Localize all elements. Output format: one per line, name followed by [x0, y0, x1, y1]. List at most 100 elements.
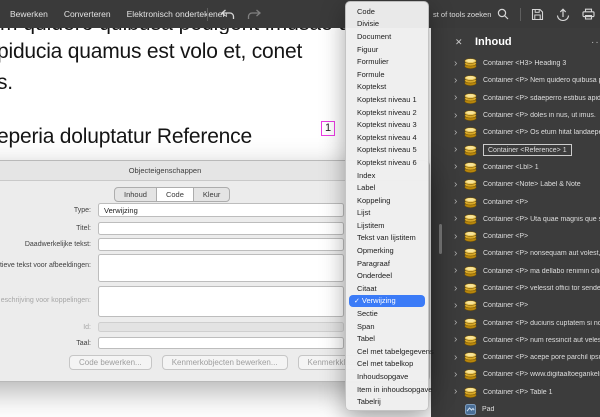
menu-item[interactable]: Label — [346, 181, 428, 194]
content-tree-row[interactable]: › Container <P> Nem quidero quibusa pedi… — [431, 72, 600, 89]
chevron-right-icon[interactable]: › — [454, 162, 464, 172]
content-tree-row[interactable]: › Container <P> velessit offici tor send… — [431, 280, 600, 297]
edit-tag-button[interactable]: Code bewerken... — [69, 355, 152, 370]
chevron-right-icon[interactable]: › — [454, 284, 464, 294]
search-icon[interactable] — [497, 8, 509, 20]
content-tree-row[interactable]: › Container <P> Uta quae magnis que sita… — [431, 211, 600, 228]
print-icon[interactable] — [582, 8, 595, 20]
content-tree: › Container <H3> Heading 3 › — [431, 55, 600, 401]
chevron-right-icon[interactable]: › — [454, 266, 464, 276]
menu-item[interactable]: Koptekst niveau 6 — [346, 156, 428, 169]
dialog-tab[interactable]: Inhoud — [115, 188, 157, 201]
chevron-right-icon[interactable]: › — [454, 249, 464, 259]
content-tree-row[interactable]: › Container <P> duciuris cuptatem si nob… — [431, 314, 600, 331]
menu-item[interactable]: Koptekst — [346, 81, 428, 94]
content-tree-row[interactable]: › Container <P> ma dellabo renimin cilig… — [431, 263, 600, 280]
menu-item[interactable]: Document — [346, 30, 428, 43]
content-tree-row[interactable]: › Container <P> — [431, 297, 600, 314]
chevron-right-icon[interactable]: › — [454, 145, 464, 155]
title-input[interactable] — [98, 222, 344, 235]
menubar-item[interactable]: Bewerken — [10, 9, 48, 19]
chevron-right-icon[interactable]: › — [454, 318, 464, 328]
chevron-right-icon[interactable]: › — [454, 111, 464, 121]
alt-text-textarea[interactable] — [98, 254, 344, 282]
content-tree-row[interactable]: › Container <P> — [431, 193, 600, 210]
menu-item[interactable]: Index — [346, 169, 428, 182]
menu-item[interactable]: Span — [346, 320, 428, 333]
content-tree-row[interactable]: › Container <P> sdaeperro estibus apiduc… — [431, 90, 600, 107]
menu-item[interactable]: Koptekst niveau 4 — [346, 131, 428, 144]
menu-item[interactable]: Cel met tabelgegevens — [346, 345, 428, 358]
chevron-right-icon[interactable]: › — [454, 335, 464, 345]
share-upload-icon[interactable] — [556, 8, 570, 21]
chevron-right-icon[interactable]: › — [454, 214, 464, 224]
save-icon[interactable] — [531, 8, 544, 21]
menu-item[interactable]: Tabelrij — [346, 395, 428, 408]
menu-item[interactable]: Item in inhoudsopgave — [346, 383, 428, 396]
chevron-right-icon[interactable]: › — [454, 93, 464, 103]
menu-item[interactable]: Koptekst niveau 5 — [346, 144, 428, 157]
content-tree-row[interactable]: › Container <Reference> 1 — [431, 141, 600, 158]
menu-item[interactable]: Koptekst niveau 1 — [346, 93, 428, 106]
menu-item[interactable]: Citaat — [346, 282, 428, 295]
undo-icon[interactable] — [220, 9, 235, 20]
chevron-right-icon[interactable]: › — [454, 232, 464, 242]
content-tree-row[interactable]: › Container <Lbl> 1 — [431, 159, 600, 176]
content-tree-row-pad[interactable]: Pad — [431, 401, 600, 417]
menu-item[interactable]: Onderdeel — [346, 269, 428, 282]
chevron-right-icon[interactable]: › — [454, 128, 464, 138]
search-input[interactable]: st of tools zoeken — [433, 10, 491, 19]
content-tree-row[interactable]: › Container <P> acepe pore parchil ipsus… — [431, 349, 600, 366]
menu-item[interactable]: Opmerking — [346, 244, 428, 257]
menu-item[interactable]: Koptekst niveau 2 — [346, 106, 428, 119]
content-tree-row[interactable]: › Container <P> num ressincit aut velest… — [431, 332, 600, 349]
dialog-tab[interactable]: Kleur — [194, 188, 230, 201]
chevron-right-icon[interactable]: › — [454, 387, 464, 397]
content-tree-row[interactable]: › Container <H3> Heading 3 — [431, 55, 600, 72]
chevron-right-icon[interactable]: › — [454, 301, 464, 311]
chevron-right-icon[interactable]: › — [454, 353, 464, 363]
language-input[interactable] — [98, 337, 344, 349]
menu-item-label: Cel met tabelgegevens — [357, 347, 434, 356]
content-tree-row[interactable]: › Container <P> — [431, 228, 600, 245]
menu-item[interactable]: Paragraaf — [346, 257, 428, 270]
menu-item[interactable]: Cel met tabelkop — [346, 358, 428, 371]
content-tree-row[interactable]: › Container <P> nonsequam aut volest, au… — [431, 245, 600, 262]
content-tree-row[interactable]: › Container <P> www.digitaaltoegankelijk… — [431, 366, 600, 383]
content-tree-row[interactable]: › Container <Note> Label & Note — [431, 176, 600, 193]
close-icon[interactable]: ✕ — [455, 38, 463, 47]
menu-item[interactable]: Koppeling — [346, 194, 428, 207]
menu-item[interactable]: Figuur — [346, 43, 428, 56]
content-tree-label: Container <P> — [483, 302, 600, 309]
chevron-right-icon[interactable]: › — [454, 76, 464, 86]
menu-item[interactable]: Code — [346, 5, 428, 18]
menu-item[interactable]: Koptekst niveau 3 — [346, 118, 428, 131]
menubar-item[interactable]: Converteren — [64, 9, 111, 19]
content-tree-row[interactable]: › Container <P> Table 1 — [431, 384, 600, 401]
chevron-right-icon[interactable]: › — [454, 180, 464, 190]
menu-item[interactable]: Formulier — [346, 55, 428, 68]
chevron-right-icon[interactable]: › — [454, 370, 464, 380]
actual-text-input[interactable] — [98, 238, 344, 251]
content-tree-row[interactable]: › Container <P> Os etum hitat landaeperi… — [431, 124, 600, 141]
content-tree-row[interactable]: › Container <P> doles in nus, ut imus. — [431, 107, 600, 124]
menu-item[interactable]: Formule — [346, 68, 428, 81]
chevron-right-icon[interactable]: › — [454, 59, 464, 69]
dialog-tab[interactable]: Code — [157, 188, 194, 201]
menu-item[interactable]: Divisie — [346, 18, 428, 31]
id-input[interactable] — [98, 322, 344, 332]
link-description-textarea[interactable] — [98, 286, 344, 317]
menu-item[interactable]: Lijstitem — [346, 219, 428, 232]
menu-item[interactable]: Inhoudsopgave — [346, 370, 428, 383]
menu-item-label: Koptekst niveau 6 — [357, 158, 417, 167]
chevron-right-icon[interactable]: › — [454, 197, 464, 207]
type-select[interactable]: Verwijzing — [98, 203, 344, 217]
edit-attribute-objects-button[interactable]: Kenmerkobjecten bewerken... — [162, 355, 288, 370]
menu-item[interactable]: ✓ Verwijzing — [349, 295, 425, 308]
menu-item[interactable]: Tekst van lijstitem — [346, 232, 428, 245]
redo-icon[interactable] — [247, 9, 262, 20]
menu-item[interactable]: Sectie — [346, 307, 428, 320]
more-options-icon[interactable]: ··· — [591, 37, 600, 48]
menu-item[interactable]: Tabel — [346, 332, 428, 345]
menu-item[interactable]: Lijst — [346, 207, 428, 220]
